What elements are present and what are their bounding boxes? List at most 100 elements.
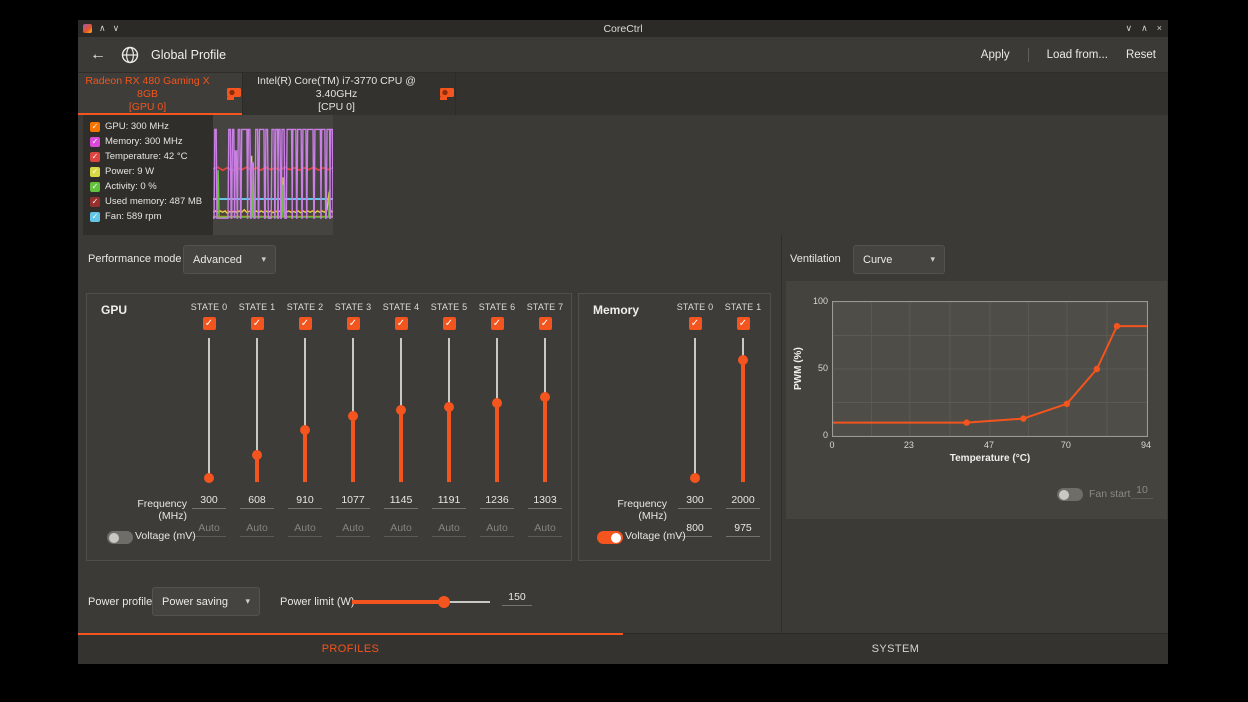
slider-handle[interactable] — [204, 473, 214, 483]
memory-state-columns: STATE 0✓300800STATE 1✓2000975 — [671, 294, 767, 537]
power-limit-slider[interactable] — [352, 595, 490, 609]
frequency-value[interactable]: 1236 — [480, 494, 514, 509]
legend-checkbox[interactable]: ✓ — [90, 152, 100, 162]
state-checkbox[interactable]: ✓ — [203, 317, 216, 330]
legend-item[interactable]: ✓Power: 9 W — [83, 164, 213, 179]
slider-handle[interactable] — [396, 405, 406, 415]
tab-cpu-device[interactable]: Intel(R) Core(TM) i7-3770 CPU @ 3.40GHz … — [243, 73, 456, 115]
fan-curve-point[interactable] — [1020, 415, 1026, 421]
voltage-value[interactable]: Auto — [192, 522, 226, 537]
tab-gpu-device[interactable]: Radeon RX 480 Gaming X 8GB [GPU 0] — [78, 73, 243, 115]
frequency-value[interactable]: 910 — [288, 494, 322, 509]
slider-handle[interactable] — [540, 392, 550, 402]
legend-checkbox[interactable]: ✓ — [90, 122, 100, 132]
state-checkbox[interactable]: ✓ — [347, 317, 360, 330]
fan-start-value[interactable]: 10 — [1131, 484, 1153, 499]
slider-handle[interactable] — [348, 411, 358, 421]
voltage-value[interactable]: Auto — [288, 522, 322, 537]
fan-curve-point[interactable] — [1114, 323, 1120, 329]
frequency-slider[interactable] — [719, 338, 767, 482]
legend-checkbox[interactable]: ✓ — [90, 212, 100, 222]
apply-button[interactable]: Apply — [981, 49, 1010, 61]
maximize-icon[interactable]: ∧ — [1141, 20, 1148, 37]
voltage-value[interactable]: Auto — [336, 522, 370, 537]
frequency-slider[interactable] — [521, 338, 569, 482]
state-checkbox[interactable]: ✓ — [251, 317, 264, 330]
gpu-state-column: STATE 3✓1077Auto — [329, 294, 377, 537]
legend-checkbox[interactable]: ✓ — [90, 137, 100, 147]
state-checkbox[interactable]: ✓ — [689, 317, 702, 330]
close-icon[interactable]: × — [1157, 20, 1162, 37]
legend-item[interactable]: ✓Temperature: 42 °C — [83, 149, 213, 164]
tab-system[interactable]: SYSTEM — [623, 634, 1168, 664]
state-checkbox[interactable]: ✓ — [539, 317, 552, 330]
gpu-state-column: STATE 5✓1191Auto — [425, 294, 473, 537]
voltage-value[interactable]: Auto — [432, 522, 466, 537]
gpu-voltage-toggle[interactable] — [107, 531, 133, 544]
frequency-slider[interactable] — [329, 338, 377, 482]
frequency-value[interactable]: 1077 — [336, 494, 370, 509]
voltage-value[interactable]: 975 — [726, 522, 760, 537]
slider-handle[interactable] — [444, 402, 454, 412]
voltage-value[interactable]: Auto — [528, 522, 562, 537]
frequency-value[interactable]: 608 — [240, 494, 274, 509]
frequency-value[interactable]: 300 — [678, 494, 712, 509]
legend-item[interactable]: ✓Fan: 589 rpm — [83, 209, 213, 224]
frequency-slider[interactable] — [377, 338, 425, 482]
state-checkbox[interactable]: ✓ — [737, 317, 750, 330]
slider-handle[interactable] — [252, 450, 262, 460]
slider-handle[interactable] — [300, 425, 310, 435]
legend-checkbox[interactable]: ✓ — [90, 167, 100, 177]
performance-mode-value: Advanced — [193, 254, 242, 266]
ventilation-mode-select[interactable]: Curve ▾ — [853, 245, 945, 274]
fan-start-toggle[interactable] — [1057, 488, 1083, 501]
frequency-value[interactable]: 300 — [192, 494, 226, 509]
titlebar[interactable]: ∧ ∨ CoreCtrl ∨ ∧ × — [78, 20, 1168, 37]
fan-curve-point[interactable] — [963, 419, 969, 425]
tab-profiles[interactable]: PROFILES — [78, 634, 623, 664]
state-checkbox[interactable]: ✓ — [299, 317, 312, 330]
frequency-slider[interactable] — [233, 338, 281, 482]
frequency-slider[interactable] — [473, 338, 521, 482]
state-checkbox[interactable]: ✓ — [491, 317, 504, 330]
legend-item[interactable]: ✓Memory: 300 MHz — [83, 134, 213, 149]
performance-mode-select[interactable]: Advanced ▾ — [183, 245, 276, 274]
voltage-value[interactable]: Auto — [384, 522, 418, 537]
power-profile-select[interactable]: Power saving ▾ — [152, 587, 260, 616]
reset-button[interactable]: Reset — [1126, 49, 1156, 61]
frequency-value[interactable]: 1145 — [384, 494, 418, 509]
frequency-value[interactable]: 1303 — [528, 494, 562, 509]
slider-handle[interactable] — [438, 596, 450, 608]
sensor-graph-area: ✓ GPU: 300 MHz ✓Memory: 300 MHz✓Temperatur… — [78, 115, 1168, 235]
frequency-slider[interactable] — [671, 338, 719, 482]
power-limit-value[interactable]: 150 — [502, 591, 532, 606]
state-checkbox[interactable]: ✓ — [395, 317, 408, 330]
cpu-chip-icon — [439, 86, 455, 103]
fan-curve-plot[interactable] — [832, 301, 1148, 437]
fan-curve-point[interactable] — [1094, 366, 1100, 372]
state-checkbox[interactable]: ✓ — [443, 317, 456, 330]
frequency-value[interactable]: 1191 — [432, 494, 466, 509]
minimize-icon[interactable]: ∨ — [1126, 20, 1133, 37]
memory-voltage-toggle[interactable] — [597, 531, 623, 544]
frequency-slider[interactable] — [425, 338, 473, 482]
slider-handle[interactable] — [492, 398, 502, 408]
fan-curve-point[interactable] — [1064, 401, 1070, 407]
slider-handle[interactable] — [690, 473, 700, 483]
voltage-value[interactable]: Auto — [240, 522, 274, 537]
voltage-value[interactable]: Auto — [480, 522, 514, 537]
legend-item[interactable]: ✓Used memory: 487 MB — [83, 194, 213, 209]
legend-item[interactable]: ✓ GPU: 300 MHz — [83, 119, 213, 134]
load-from-button[interactable]: Load from... — [1047, 49, 1108, 61]
slider-handle[interactable] — [738, 355, 748, 365]
back-button[interactable]: ← — [90, 46, 106, 64]
legend-item[interactable]: ✓Activity: 0 % — [83, 179, 213, 194]
legend-label: GPU: 300 MHz — [105, 121, 169, 132]
frequency-slider[interactable] — [281, 338, 329, 482]
legend-checkbox[interactable]: ✓ — [90, 182, 100, 192]
legend-checkbox[interactable]: ✓ — [90, 197, 100, 207]
fan-curve-chart[interactable] — [833, 302, 1147, 436]
frequency-slider[interactable] — [185, 338, 233, 482]
fan-curve-xlabel: Temperature (°C) — [832, 453, 1148, 464]
frequency-value[interactable]: 2000 — [726, 494, 760, 509]
